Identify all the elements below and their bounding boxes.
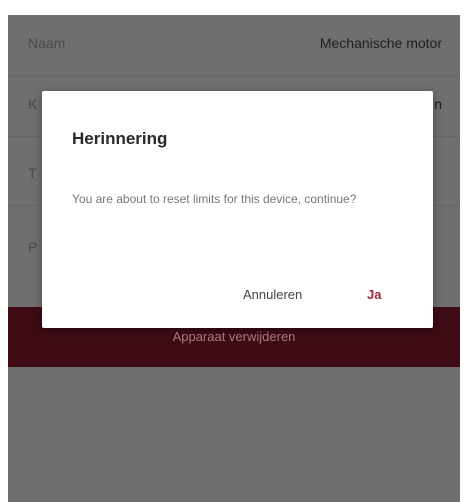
row-value: n xyxy=(434,96,442,112)
row-value: Mechanische motor xyxy=(319,35,442,51)
row-label: K xyxy=(28,96,38,112)
dialog-message: You are about to reset limits for this d… xyxy=(72,192,357,206)
settings-row-name[interactable]: Naam Mechanische motor xyxy=(8,15,460,75)
dialog-actions: Annuleren Ja xyxy=(42,287,433,307)
row-label: Naam xyxy=(28,35,66,51)
cancel-button[interactable]: Annuleren xyxy=(243,287,302,302)
row-label: T xyxy=(28,165,37,181)
dialog-title: Herinnering xyxy=(72,129,168,148)
confirm-button[interactable]: Ja xyxy=(367,287,381,302)
row-label: P xyxy=(28,239,38,255)
reminder-dialog: Herinnering You are about to reset limit… xyxy=(42,91,433,328)
